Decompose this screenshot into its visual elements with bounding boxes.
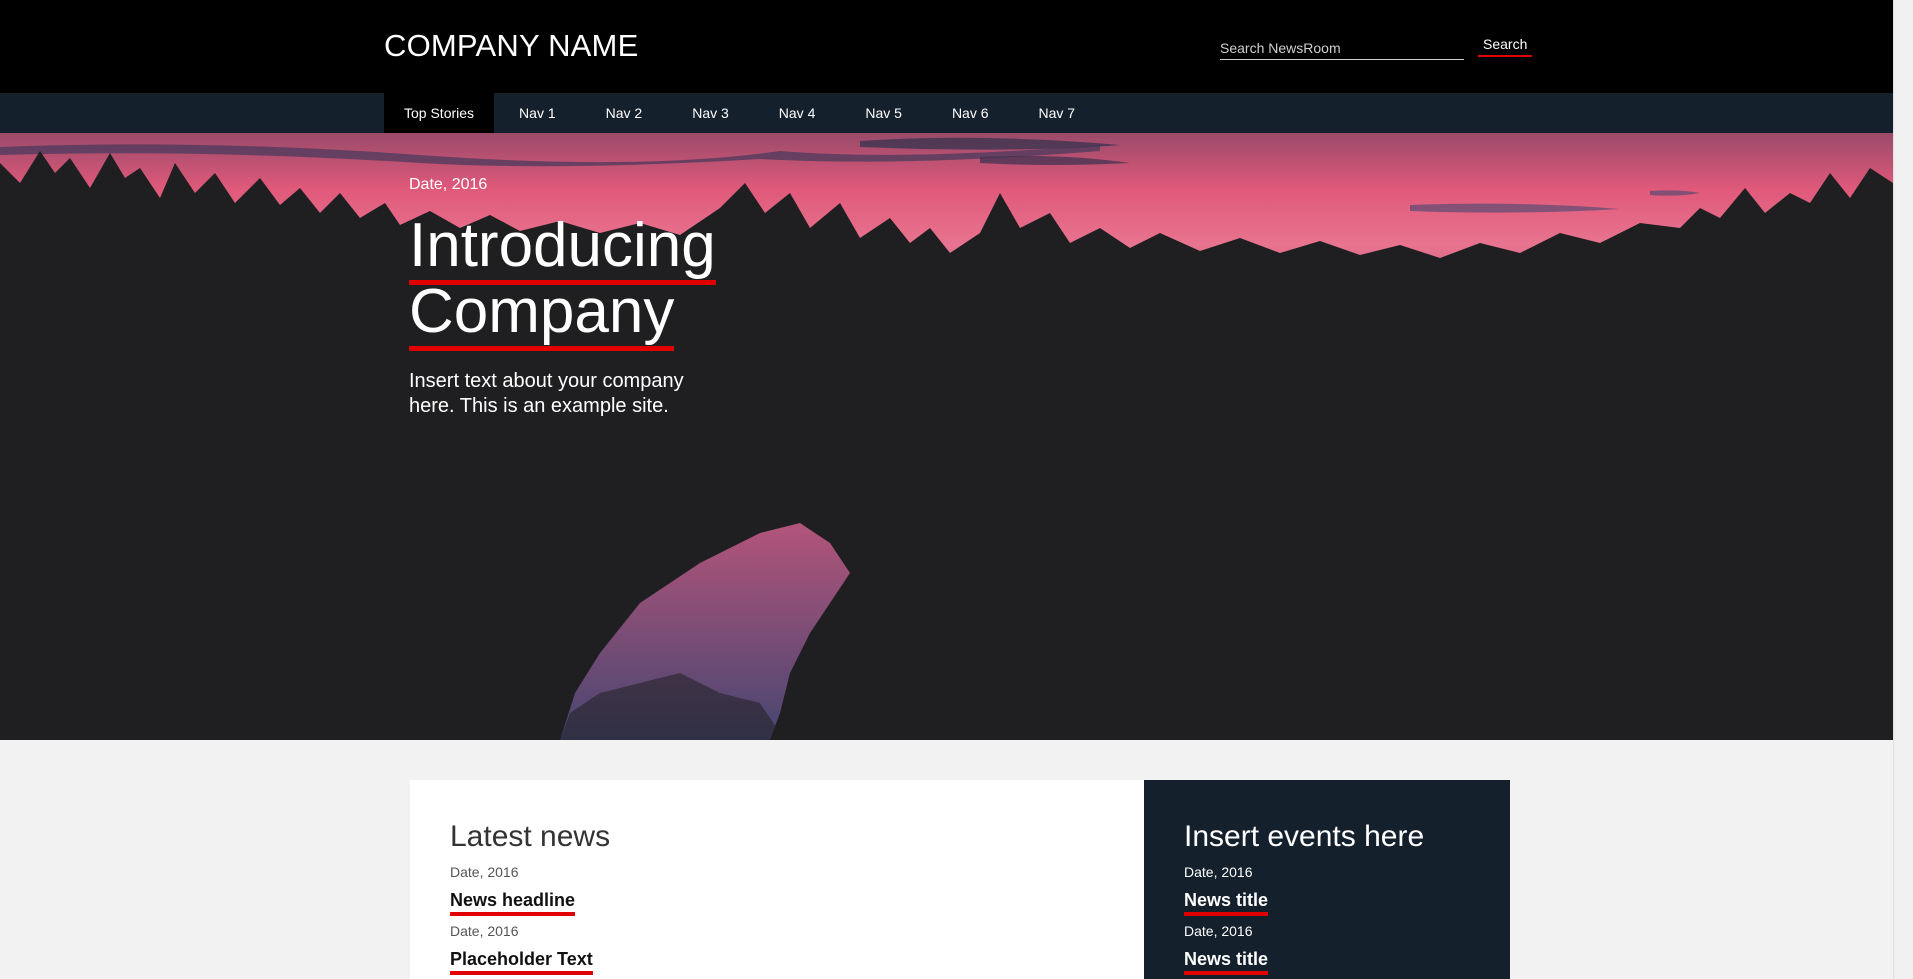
nav-item-7[interactable]: Nav 7 bbox=[1014, 93, 1101, 133]
nav-item-3[interactable]: Nav 3 bbox=[667, 93, 754, 133]
latest-news-panel: Latest news Date, 2016 News headline Dat… bbox=[410, 780, 1144, 979]
events-heading: Insert events here bbox=[1184, 820, 1425, 853]
news-item: Date, 2016 Placeholder Text bbox=[450, 923, 593, 975]
nav-item-1[interactable]: Nav 1 bbox=[494, 93, 581, 133]
event-title-link[interactable]: News title bbox=[1184, 949, 1269, 975]
nav-item-2[interactable]: Nav 2 bbox=[581, 93, 668, 133]
events-panel: Insert events here Date, 2016 News title… bbox=[1144, 780, 1510, 979]
page-scrollbar[interactable] bbox=[1893, 0, 1913, 979]
news-headline-link[interactable]: News headline bbox=[450, 890, 576, 916]
nav-list: Top Stories Nav 1 Nav 2 Nav 3 Nav 4 Nav … bbox=[384, 93, 1100, 133]
nav-top-stories[interactable]: Top Stories bbox=[384, 93, 495, 133]
main-nav: Top Stories Nav 1 Nav 2 Nav 3 Nav 4 Nav … bbox=[0, 93, 1893, 133]
hero-background-image bbox=[0, 133, 1893, 740]
event-item: Date, 2016 News title bbox=[1184, 923, 1269, 975]
hero-title: Introducing Company bbox=[409, 211, 789, 351]
hero-title-line-1: Introducing bbox=[409, 211, 716, 285]
nav-item-6[interactable]: Nav 6 bbox=[927, 93, 1014, 133]
search-button[interactable]: Search bbox=[1478, 33, 1533, 57]
news-date: Date, 2016 bbox=[450, 864, 519, 880]
event-date: Date, 2016 bbox=[1184, 923, 1253, 939]
company-logo[interactable]: COMPANY NAME bbox=[384, 28, 638, 64]
hero-banner: Date, 2016 Introducing Company Insert te… bbox=[0, 133, 1893, 740]
news-item: Date, 2016 News headline bbox=[450, 864, 576, 916]
hero-title-line-2: Company bbox=[409, 277, 675, 351]
nav-item-5[interactable]: Nav 5 bbox=[840, 93, 927, 133]
search-input[interactable] bbox=[1220, 33, 1464, 59]
hero-description: Insert text about your company here. Thi… bbox=[409, 370, 684, 417]
event-title-link[interactable]: News title bbox=[1184, 890, 1269, 916]
latest-news-heading: Latest news bbox=[450, 820, 611, 853]
event-date: Date, 2016 bbox=[1184, 864, 1253, 880]
news-date: Date, 2016 bbox=[450, 923, 519, 939]
news-headline-link[interactable]: Placeholder Text bbox=[450, 949, 593, 975]
site-header: COMPANY NAME Search bbox=[0, 0, 1893, 93]
search-field bbox=[1220, 33, 1464, 60]
page: COMPANY NAME Search Top Stories Nav 1 Na… bbox=[0, 0, 1913, 979]
hero-date: Date, 2016 bbox=[409, 176, 488, 193]
nav-item-4[interactable]: Nav 4 bbox=[754, 93, 841, 133]
event-item: Date, 2016 News title bbox=[1184, 864, 1269, 916]
